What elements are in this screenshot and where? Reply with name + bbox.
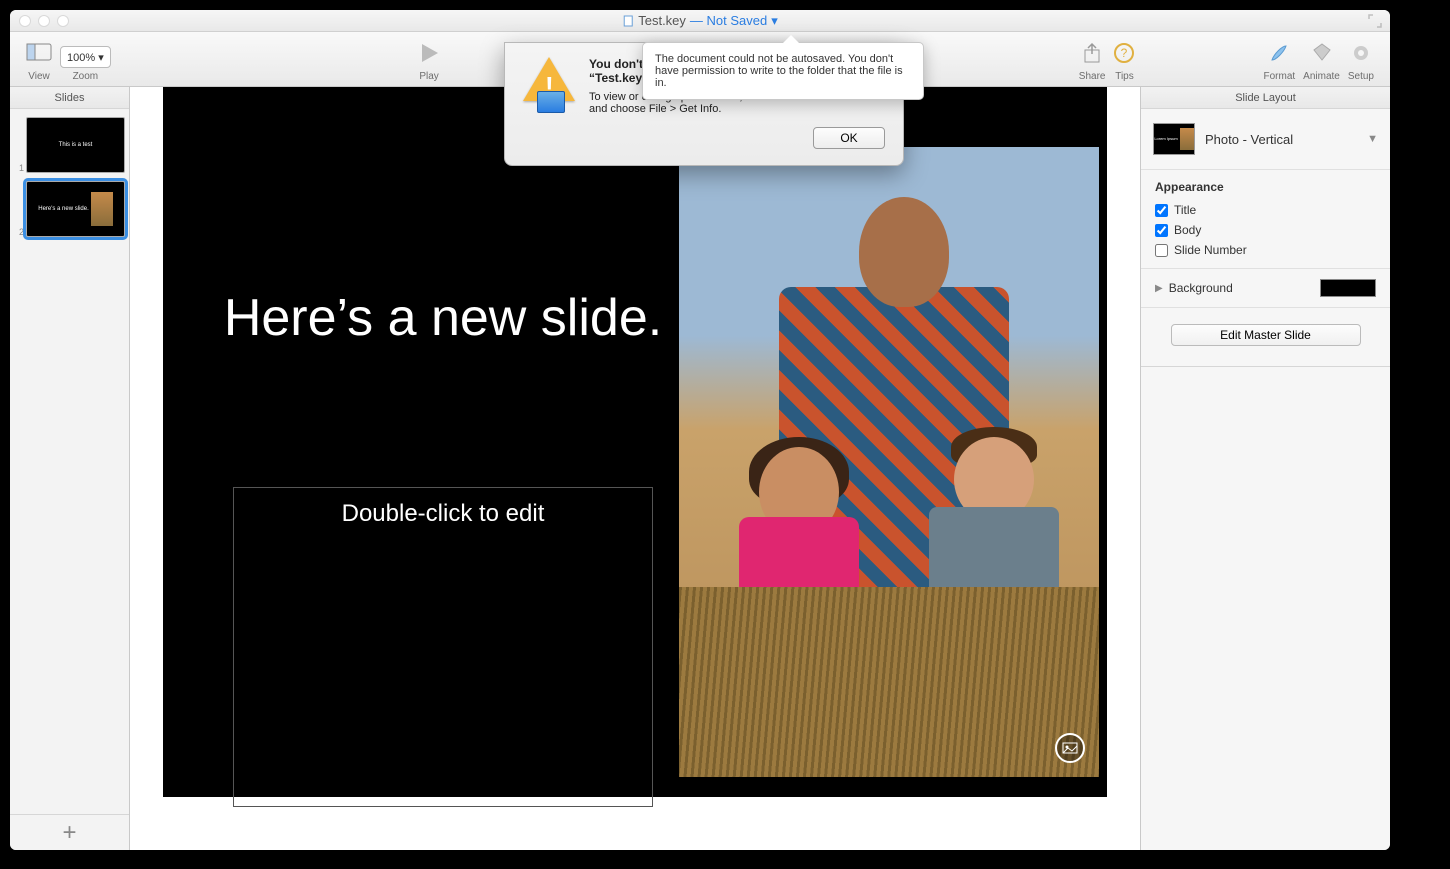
view-button[interactable]: View [26,43,52,82]
image-icon [1062,740,1078,756]
format-button[interactable]: Format [1263,43,1295,82]
slides-sidebar: Slides 1 This is a test 2 Here's a new s… [10,87,130,850]
autosave-popover: The document could not be autosaved. You… [642,42,924,100]
window-title[interactable]: Test.key — Not Saved ▾ [622,13,778,29]
ok-button[interactable]: OK [813,127,885,149]
edit-master-button[interactable]: Edit Master Slide [1171,324,1361,346]
document-icon [622,15,634,27]
window-controls [19,15,69,27]
slidenum-checkbox[interactable]: Slide Number [1141,240,1390,260]
chevron-down-icon: ▼ [1367,133,1378,145]
app-window: Test.key — Not Saved ▾ View 100% ▾ Zoom … [10,10,1390,850]
animate-button[interactable]: Animate [1303,43,1340,82]
layout-select[interactable]: Lorem Ipsum Photo - Vertical ▼ [1141,109,1390,170]
title-checkbox[interactable]: Title [1141,200,1390,220]
canvas: Here’s a new slide. Double-click to edit [130,87,1140,850]
filename: Test.key [638,13,686,28]
appearance-label: Appearance [1141,170,1390,200]
slide-thumb-2[interactable]: 2 Here's a new slide. [10,179,129,243]
background-swatch[interactable] [1320,279,1376,297]
setup-button[interactable]: Setup [1348,43,1374,82]
inspector-header: Slide Layout [1141,87,1390,109]
slide-body[interactable]: Double-click to edit [233,487,653,807]
body-checkbox[interactable]: Body [1141,220,1390,240]
layout-thumb: Lorem Ipsum [1153,123,1195,155]
save-status: — Not Saved [690,13,767,28]
disclosure-triangle-icon[interactable]: ▶ [1155,283,1163,294]
diamond-icon [1310,42,1334,68]
media-placeholder-button[interactable] [1055,733,1085,763]
chevron-down-icon: ▾ [771,13,778,29]
fullscreen-icon[interactable] [1368,14,1382,28]
inspector: Slide Layout Lorem Ipsum Photo - Vertica… [1140,87,1390,850]
titlebar: Test.key — Not Saved ▾ [10,10,1390,32]
slide[interactable]: Here’s a new slide. Double-click to edit [163,87,1107,797]
warning-icon: ! [523,57,575,109]
slide-thumb-1[interactable]: 1 This is a test [10,115,129,179]
background-row[interactable]: ▶ Background [1141,268,1390,308]
play-button[interactable]: Play [418,43,440,82]
gear-icon [1350,42,1372,68]
close-icon[interactable] [19,15,31,27]
brush-icon [1268,42,1290,68]
zoom-icon[interactable] [57,15,69,27]
zoom-select[interactable]: 100% ▾ Zoom [60,43,111,82]
minimize-icon[interactable] [38,15,50,27]
slide-photo[interactable] [679,147,1099,777]
add-slide-button[interactable]: + [10,814,129,850]
share-button[interactable]: Share [1079,43,1106,82]
tips-button[interactable]: ? Tips [1113,43,1135,82]
sidebar-header: Slides [10,87,129,109]
svg-text:?: ? [1121,46,1128,60]
slide-title[interactable]: Here’s a new slide. [223,287,663,349]
